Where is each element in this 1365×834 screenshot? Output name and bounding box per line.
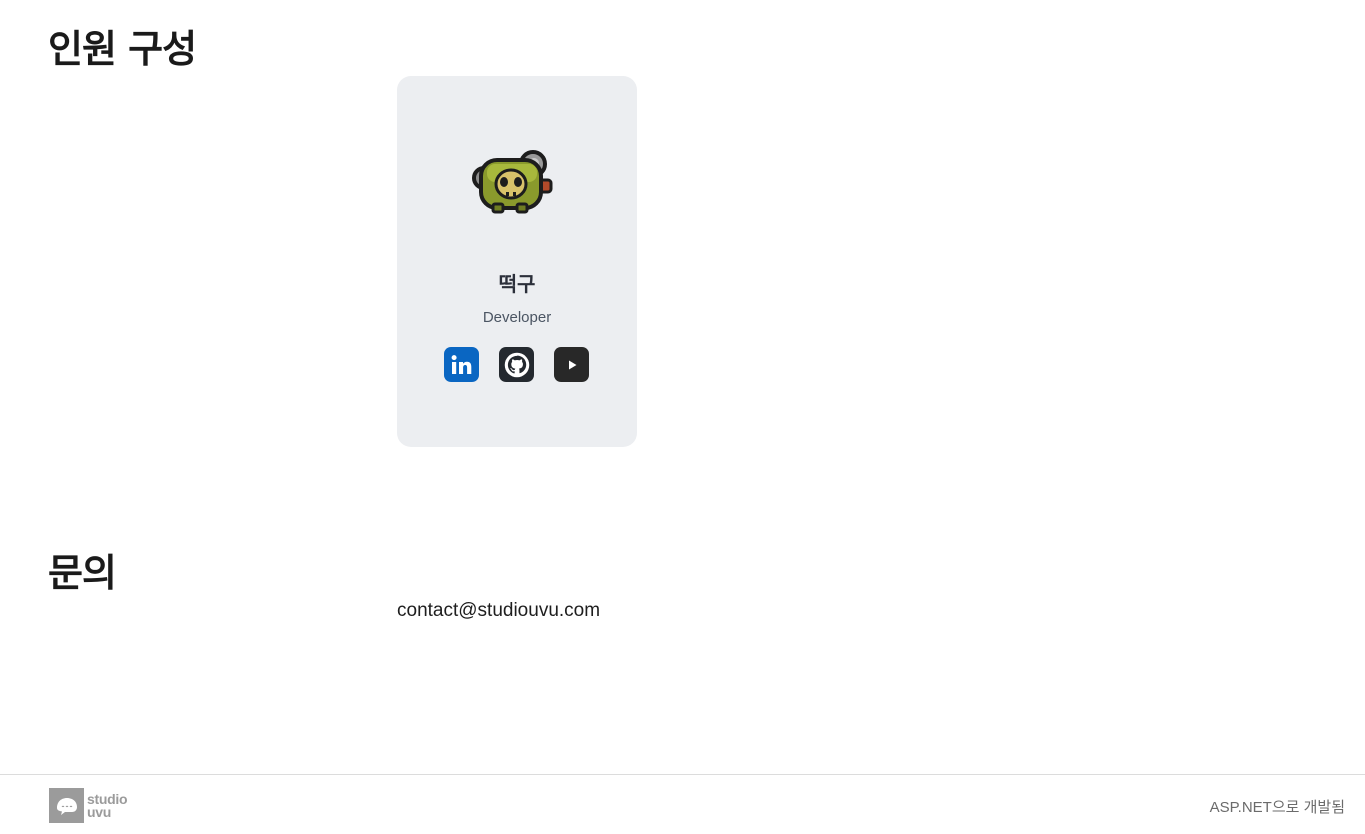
member-role: Developer bbox=[482, 309, 552, 326]
page: 인원 구성 떡구 Developer 문의 contact@studiouvu.… bbox=[0, 0, 1365, 834]
linkedin-icon[interactable] bbox=[444, 347, 479, 382]
member-card: 떡구 Developer bbox=[397, 76, 637, 447]
social-links bbox=[444, 347, 589, 382]
contact-email: contact@studiouvu.com bbox=[397, 600, 601, 621]
github-icon[interactable] bbox=[499, 347, 534, 382]
avatar-icon bbox=[472, 150, 553, 214]
studio-uvu-logo[interactable]: studio uvu bbox=[49, 788, 128, 823]
member-name: 떡구 bbox=[498, 272, 536, 296]
footer: studio uvu ASP.NET으로 개발됨 bbox=[0, 774, 1365, 834]
logo-wordmark: studio uvu bbox=[87, 792, 128, 820]
logo-line-2: uvu bbox=[87, 803, 111, 820]
logo-mark-icon bbox=[49, 788, 84, 823]
members-section-title: 인원 구성 bbox=[48, 27, 197, 71]
contact-section-title: 문의 bbox=[48, 551, 117, 595]
youtube-icon[interactable] bbox=[554, 347, 589, 382]
built-with-note: ASP.NET으로 개발됨 bbox=[1209, 799, 1345, 816]
